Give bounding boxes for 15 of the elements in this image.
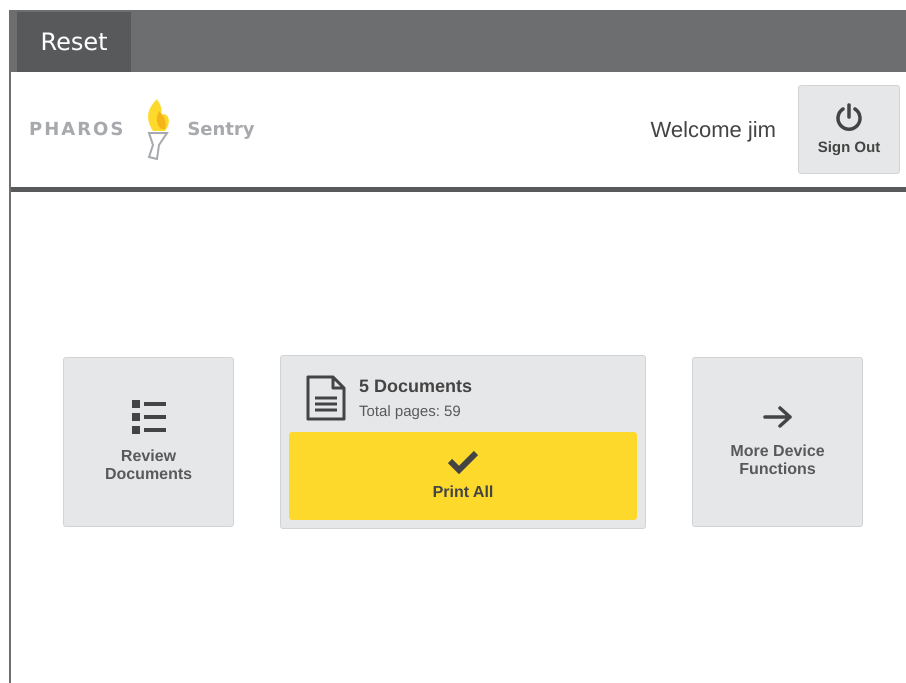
logo-brand: PHAROS bbox=[29, 119, 126, 140]
welcome-text: Welcome jim bbox=[650, 116, 776, 142]
list-icon bbox=[132, 400, 166, 434]
reset-button[interactable]: Reset bbox=[17, 12, 131, 72]
sign-out-button[interactable]: Sign Out bbox=[798, 85, 900, 174]
logo-product: Sentry bbox=[187, 119, 255, 140]
checkmark-icon bbox=[447, 450, 479, 474]
total-pages: Total pages: 59 bbox=[359, 403, 462, 420]
arrow-right-icon bbox=[762, 405, 792, 429]
print-all-button[interactable]: Print All bbox=[289, 432, 637, 520]
review-documents-button[interactable]: Review Documents bbox=[63, 357, 234, 527]
power-icon bbox=[835, 103, 863, 133]
more-functions-button[interactable]: More Device Functions bbox=[692, 357, 863, 527]
document-count: 5 Documents bbox=[359, 376, 472, 397]
document-icon bbox=[305, 374, 347, 422]
